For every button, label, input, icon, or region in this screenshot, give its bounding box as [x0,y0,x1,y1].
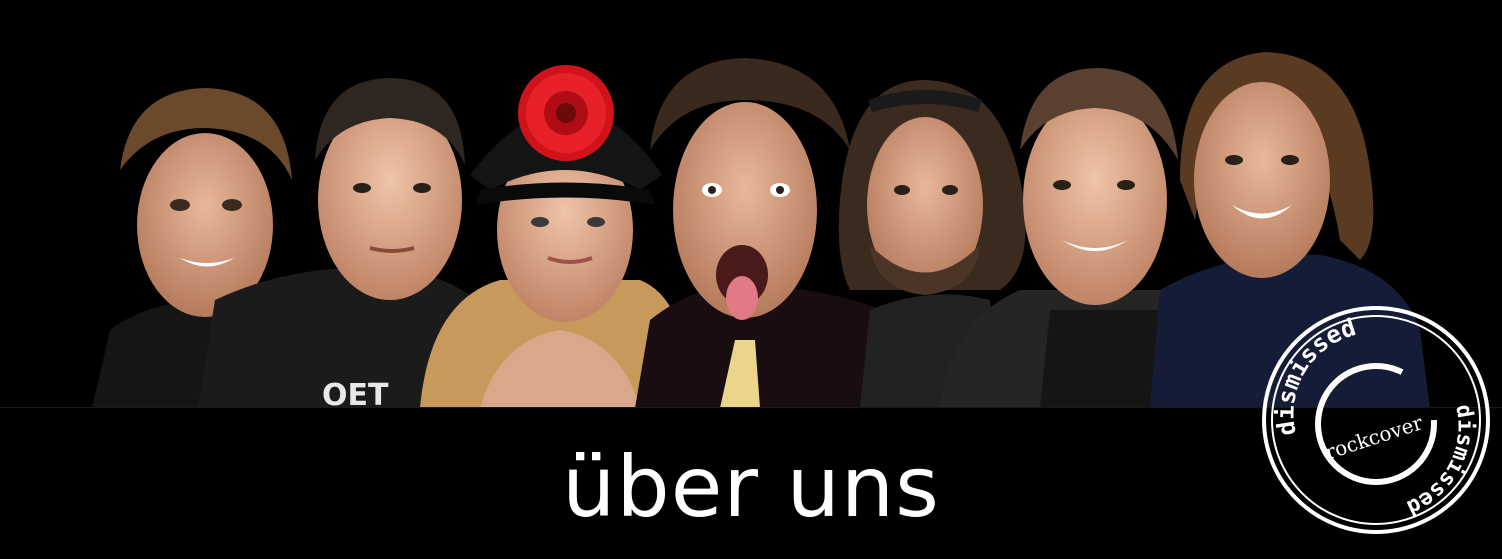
dismissed-logo: dismissed dismissed rockcover [1258,302,1494,538]
logo-text-middle: rockcover [1322,410,1426,464]
red-flower [518,65,614,161]
banner: OET über uns dismissed dismissed rockcov… [0,0,1502,559]
shirt-print: OET [322,378,389,408]
